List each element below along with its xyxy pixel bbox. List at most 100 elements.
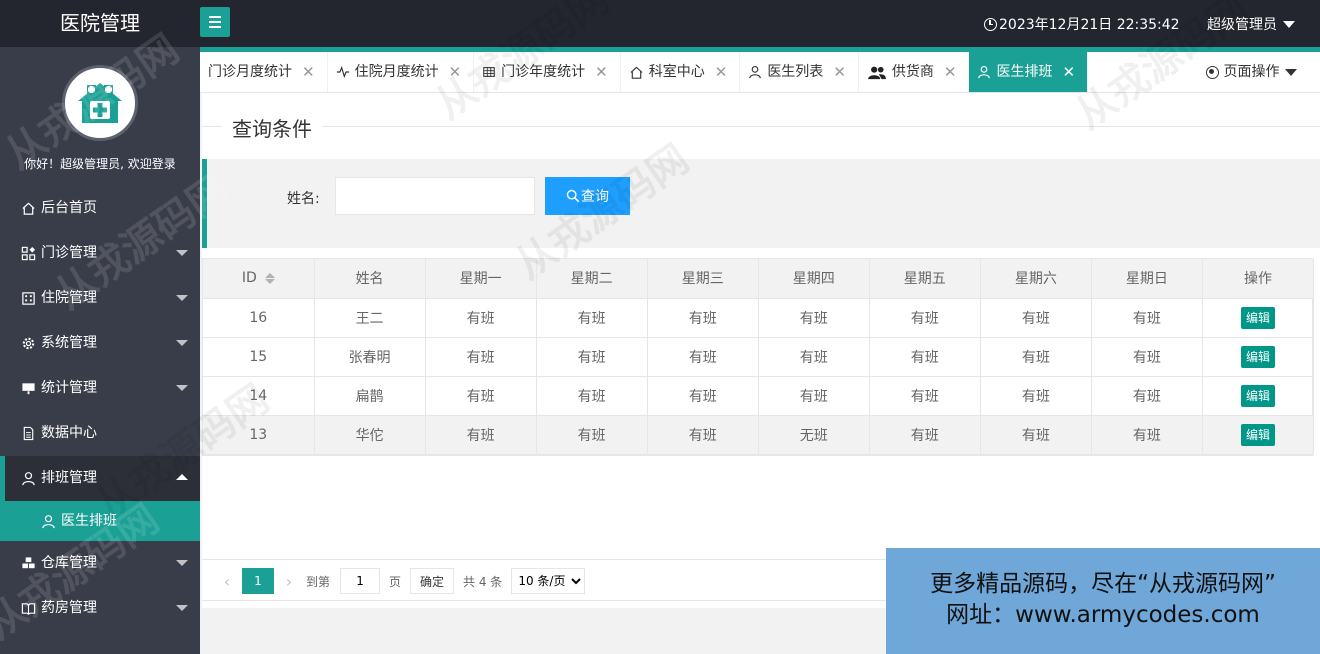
sidebar-item-outpatient[interactable]: 门诊管理 <box>0 231 200 276</box>
cell-day: 有班 <box>980 376 1092 416</box>
ad-line-2: 网址：www.armycodes.com <box>946 602 1260 628</box>
cell-day: 有班 <box>1091 376 1203 416</box>
pagination: ‹ 1 › 到第 页 确定 共 4 条 10 条/页 <box>216 568 586 594</box>
gear-icon <box>20 336 36 352</box>
sidebar-item-scheduling[interactable]: 排班管理 <box>0 456 200 501</box>
cell-day: 有班 <box>647 337 759 377</box>
cell-action: 编辑 <box>1202 376 1315 416</box>
column-header: 星期一 <box>425 259 537 299</box>
page-size-select[interactable]: 10 条/页 <box>511 568 586 594</box>
cell-day: 有班 <box>425 298 537 338</box>
tab-label: 医生排班 <box>996 64 1053 80</box>
cell-day: 有班 <box>869 376 981 416</box>
close-icon[interactable]: ✕ <box>302 52 315 92</box>
cell-day: 有班 <box>647 376 759 416</box>
target-icon <box>1205 65 1219 79</box>
chevron-down-icon <box>176 560 188 566</box>
chart-icon <box>20 381 36 397</box>
apps-icon <box>20 246 36 262</box>
tab-suppliers[interactable]: 供货商 ✕ <box>859 52 970 92</box>
cell-day: 有班 <box>536 415 648 455</box>
sidebar-item-label: 排班管理 <box>41 470 97 486</box>
edit-button[interactable]: 编辑 <box>1240 423 1275 446</box>
name-search-input[interactable] <box>335 177 535 215</box>
sidebar-item-statistics[interactable]: 统计管理 <box>0 366 200 411</box>
user-icon <box>977 65 991 79</box>
sidebar-item-label: 后台首页 <box>41 200 97 216</box>
cell-day: 有班 <box>758 376 870 416</box>
prev-page-button[interactable]: ‹ <box>216 568 238 594</box>
cell-action: 编辑 <box>1202 415 1315 455</box>
cell-day: 有班 <box>758 298 870 338</box>
goto-confirm-button[interactable]: 确定 <box>410 568 455 594</box>
sidebar-item-data-center[interactable]: 数据中心 <box>0 411 200 456</box>
tab-label: 科室中心 <box>648 64 705 80</box>
user-menu[interactable]: 超级管理员 <box>1207 14 1295 34</box>
sidebar-item-label: 住院管理 <box>41 290 97 306</box>
user-icon <box>748 65 762 79</box>
tab-outpatient-yearly[interactable]: 门诊年度统计 ✕ <box>474 52 621 92</box>
current-page-button[interactable]: 1 <box>242 568 274 594</box>
edit-button[interactable]: 编辑 <box>1240 306 1275 329</box>
caret-down-icon <box>1284 68 1297 76</box>
close-icon[interactable]: ✕ <box>833 52 846 92</box>
users-icon <box>867 65 887 80</box>
search-panel: 姓名: 查询 <box>202 159 1320 248</box>
sidebar-item-label: 仓库管理 <box>41 555 97 571</box>
cell-id: 16 <box>203 298 315 338</box>
close-icon[interactable]: ✕ <box>449 52 462 92</box>
schedule-table: ID 姓名 星期一 星期二 星期三 星期四 星期五 星期六 星期日 操作 16 … <box>202 258 1315 456</box>
cell-action: 编辑 <box>1202 337 1315 377</box>
sidebar-item-label: 门诊管理 <box>41 245 97 261</box>
tab-doctor-list[interactable]: 医生列表 ✕ <box>740 52 859 92</box>
cell-day: 有班 <box>869 337 981 377</box>
chevron-down-icon <box>176 250 188 256</box>
tab-doctor-schedule[interactable]: 医生排班 ✕ <box>969 52 1089 92</box>
sidebar-item-home[interactable]: 后台首页 <box>0 186 200 231</box>
building-icon <box>20 291 36 307</box>
chevron-down-icon <box>176 385 188 391</box>
edit-button[interactable]: 编辑 <box>1240 384 1275 407</box>
pulse-icon <box>336 65 350 79</box>
tab-inpatient-monthly[interactable]: 住院月度统计 ✕ <box>328 52 475 92</box>
sidebar-item-inpatient[interactable]: 住院管理 <box>0 276 200 321</box>
cell-name: 王二 <box>314 298 426 338</box>
cell-day: 有班 <box>425 376 537 416</box>
sidebar-item-warehouse[interactable]: 仓库管理 <box>0 541 200 586</box>
close-icon[interactable]: ✕ <box>595 52 608 92</box>
sort-icon[interactable] <box>264 272 275 284</box>
cell-day: 有班 <box>425 415 537 455</box>
table-icon <box>482 65 496 79</box>
close-icon[interactable]: ✕ <box>715 52 728 92</box>
close-icon[interactable]: ✕ <box>1062 52 1075 92</box>
page-unit-label: 页 <box>389 574 402 589</box>
sidebar-subitem-doctor-schedule[interactable]: 医生排班 <box>0 501 200 541</box>
tab-outpatient-monthly[interactable]: 门诊月度统计 ✕ <box>200 52 328 92</box>
home-icon <box>629 65 644 80</box>
cell-day: 有班 <box>758 337 870 377</box>
next-page-button[interactable]: › <box>278 568 300 594</box>
column-header: 星期二 <box>536 259 648 299</box>
sidebar-item-pharmacy[interactable]: 药房管理 <box>0 586 200 631</box>
edit-button[interactable]: 编辑 <box>1240 345 1275 368</box>
goto-page-input[interactable] <box>340 568 381 594</box>
column-header: 星期三 <box>647 259 759 299</box>
datetime-text: 2023年12月21日 22:35:42 <box>999 17 1180 33</box>
search-button[interactable]: 查询 <box>545 177 630 215</box>
sidebar-nav: 后台首页 门诊管理 住院管理 系统管理 统计管理 数据中心 排班管理 医生排班 … <box>0 186 200 631</box>
page-operations-menu[interactable]: 页面操作 <box>1182 52 1320 92</box>
hospital-logo <box>62 65 138 141</box>
sidebar-item-system[interactable]: 系统管理 <box>0 321 200 366</box>
tab-label: 门诊年度统计 <box>501 64 586 80</box>
menu-toggle-button[interactable] <box>200 7 230 37</box>
cell-day: 有班 <box>536 298 648 338</box>
query-legend: 查询条件 <box>222 113 322 142</box>
close-icon[interactable]: ✕ <box>944 52 957 92</box>
divider <box>202 126 1320 127</box>
column-header-id[interactable]: ID <box>203 259 315 299</box>
tab-department-center[interactable]: 科室中心 ✕ <box>621 52 741 92</box>
cell-day: 有班 <box>980 415 1092 455</box>
tab-list: 门诊月度统计 ✕ 住院月度统计 ✕ 门诊年度统计 ✕ 科室中心 ✕ 医生列表 ✕… <box>200 52 1089 92</box>
sidebar-item-label: 药房管理 <box>41 600 97 616</box>
user-name: 超级管理员 <box>1207 17 1277 33</box>
